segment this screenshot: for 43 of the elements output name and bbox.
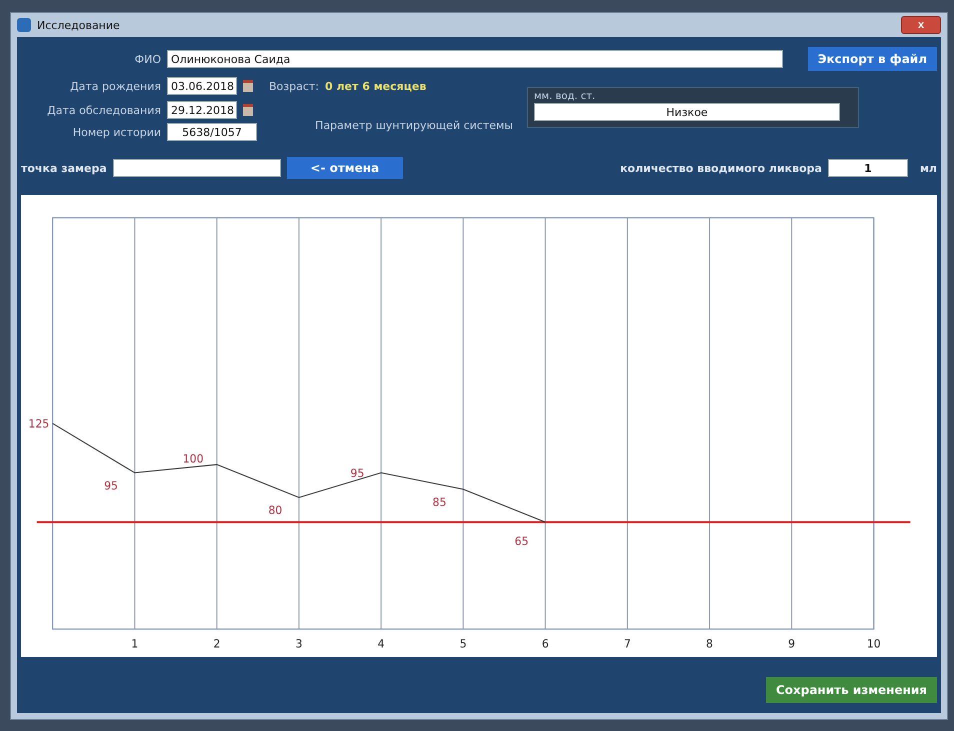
tick-label: 5 (460, 637, 467, 651)
input-field[interactable]: 1 (828, 159, 908, 177)
unit-label: мл (920, 162, 937, 174)
data-label: 95 (104, 479, 118, 492)
date-field[interactable]: 03.06.2018 (167, 77, 237, 95)
tick-label: 4 (378, 637, 385, 651)
data-label: 125 (28, 417, 50, 431)
field-label: Параметр шунтирующей системы (314, 119, 513, 132)
tick-label: 6 (542, 637, 549, 651)
tick-label: 8 (706, 637, 713, 651)
export-button[interactable]: Экспорт в файл (808, 47, 937, 71)
app-icon (17, 18, 31, 32)
input-field[interactable]: Олинюконова Саида (167, 50, 783, 68)
calendar-icon[interactable] (243, 80, 253, 92)
data-label: 85 (432, 496, 446, 509)
cancel-button[interactable]: <- отмена (286, 157, 403, 179)
field-label: Дата рождения (69, 80, 161, 92)
tick-label: 2 (213, 637, 220, 651)
window-title: Исследование (37, 18, 121, 32)
input-field[interactable] (112, 159, 281, 177)
data-label: 80 (268, 504, 282, 518)
input-field[interactable]: 5638/1057 (167, 123, 257, 141)
calendar-icon[interactable] (243, 104, 253, 116)
data-label: 100 (182, 452, 204, 466)
input-field[interactable]: Низкое (534, 103, 840, 121)
field-label: Дата обследования (46, 104, 161, 116)
unit-label: мм. вод. ст. (534, 91, 596, 102)
close-button[interactable]: x (901, 16, 941, 34)
field-label: ФИО (134, 52, 161, 66)
tick-label: 9 (788, 637, 796, 651)
field-label: количество вводимого ликвора (620, 162, 822, 174)
tick-label: 1 (131, 637, 138, 651)
save-button[interactable]: Сохранить изменения (766, 677, 937, 703)
data-label: 65 (514, 534, 528, 548)
tick-label: 10 (866, 637, 881, 651)
age-value: 0 лет 6 месяцев (325, 80, 426, 92)
field-label: точка замера (21, 162, 107, 174)
tick-label: 3 (296, 637, 302, 651)
field-label: Номер истории (72, 126, 161, 138)
data-label: 95 (350, 466, 364, 480)
tick-label: 7 (624, 637, 631, 651)
date-field[interactable]: 29.12.2018 (167, 101, 237, 119)
field-label: Возраст: (268, 80, 319, 92)
